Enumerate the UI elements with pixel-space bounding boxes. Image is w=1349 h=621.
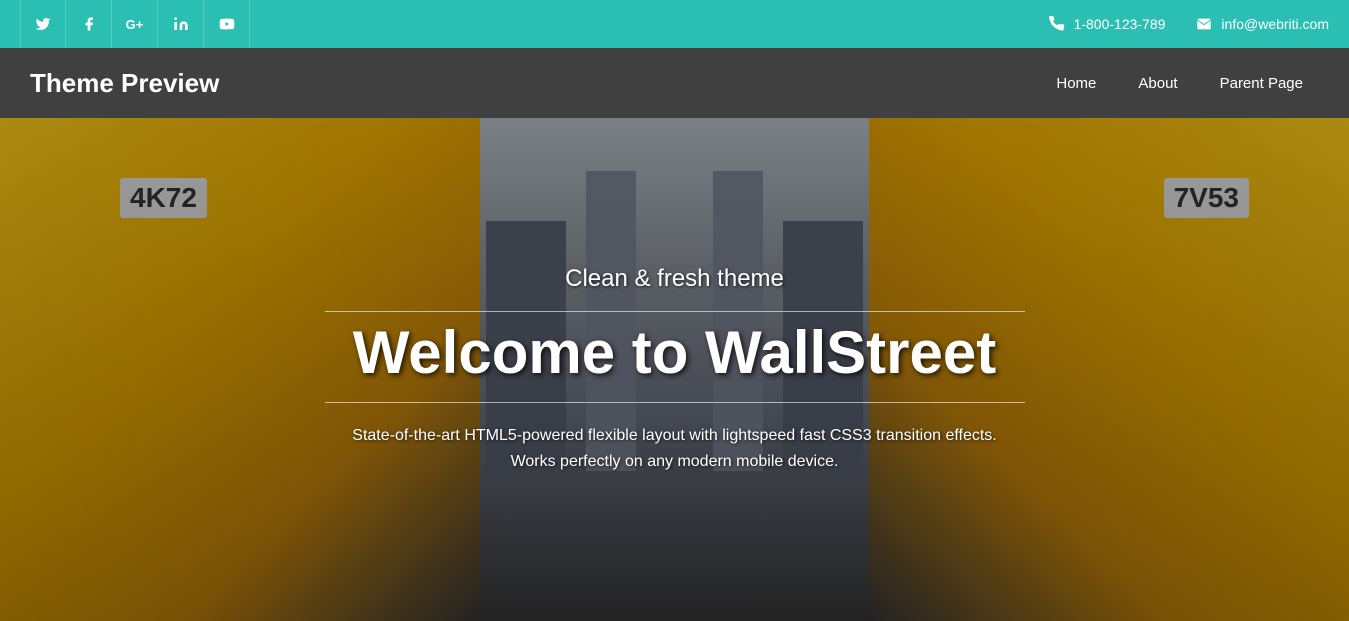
phone-number: 1-800-123-789: [1074, 16, 1166, 32]
email-address: info@webriti.com: [1221, 16, 1329, 32]
hero-description: State-of-the-art HTML5-powered flexible …: [335, 423, 1015, 474]
header: Theme Preview Home About Parent Page: [0, 48, 1349, 118]
hero-title: Welcome to WallStreet: [353, 320, 996, 386]
phone-icon: [1048, 15, 1066, 33]
hero-content: Clean & fresh theme Welcome to WallStree…: [0, 118, 1349, 621]
linkedin-icon[interactable]: [158, 0, 204, 48]
hero-divider-top: [325, 311, 1025, 312]
twitter-icon[interactable]: [20, 0, 66, 48]
nav-menu: Home About Parent Page: [1040, 67, 1319, 100]
phone-contact: 1-800-123-789: [1048, 15, 1166, 33]
topbar: G+ 1-800-123-789 info@webriti.com: [0, 0, 1349, 48]
contact-info: 1-800-123-789 info@webriti.com: [1048, 15, 1329, 33]
google-plus-icon[interactable]: G+: [112, 0, 158, 48]
email-icon: [1195, 15, 1213, 33]
social-icons: G+: [20, 0, 250, 48]
nav-parent-page[interactable]: Parent Page: [1204, 67, 1319, 100]
hero-section: Clean & fresh theme Welcome to WallStree…: [0, 118, 1349, 621]
nav-about[interactable]: About: [1122, 67, 1193, 100]
site-title[interactable]: Theme Preview: [30, 68, 219, 99]
hero-subtitle: Clean & fresh theme: [565, 265, 784, 293]
hero-divider-bottom: [325, 402, 1025, 403]
facebook-icon[interactable]: [66, 0, 112, 48]
email-contact: info@webriti.com: [1195, 15, 1329, 33]
nav-home[interactable]: Home: [1040, 67, 1112, 100]
youtube-icon[interactable]: [204, 0, 250, 48]
